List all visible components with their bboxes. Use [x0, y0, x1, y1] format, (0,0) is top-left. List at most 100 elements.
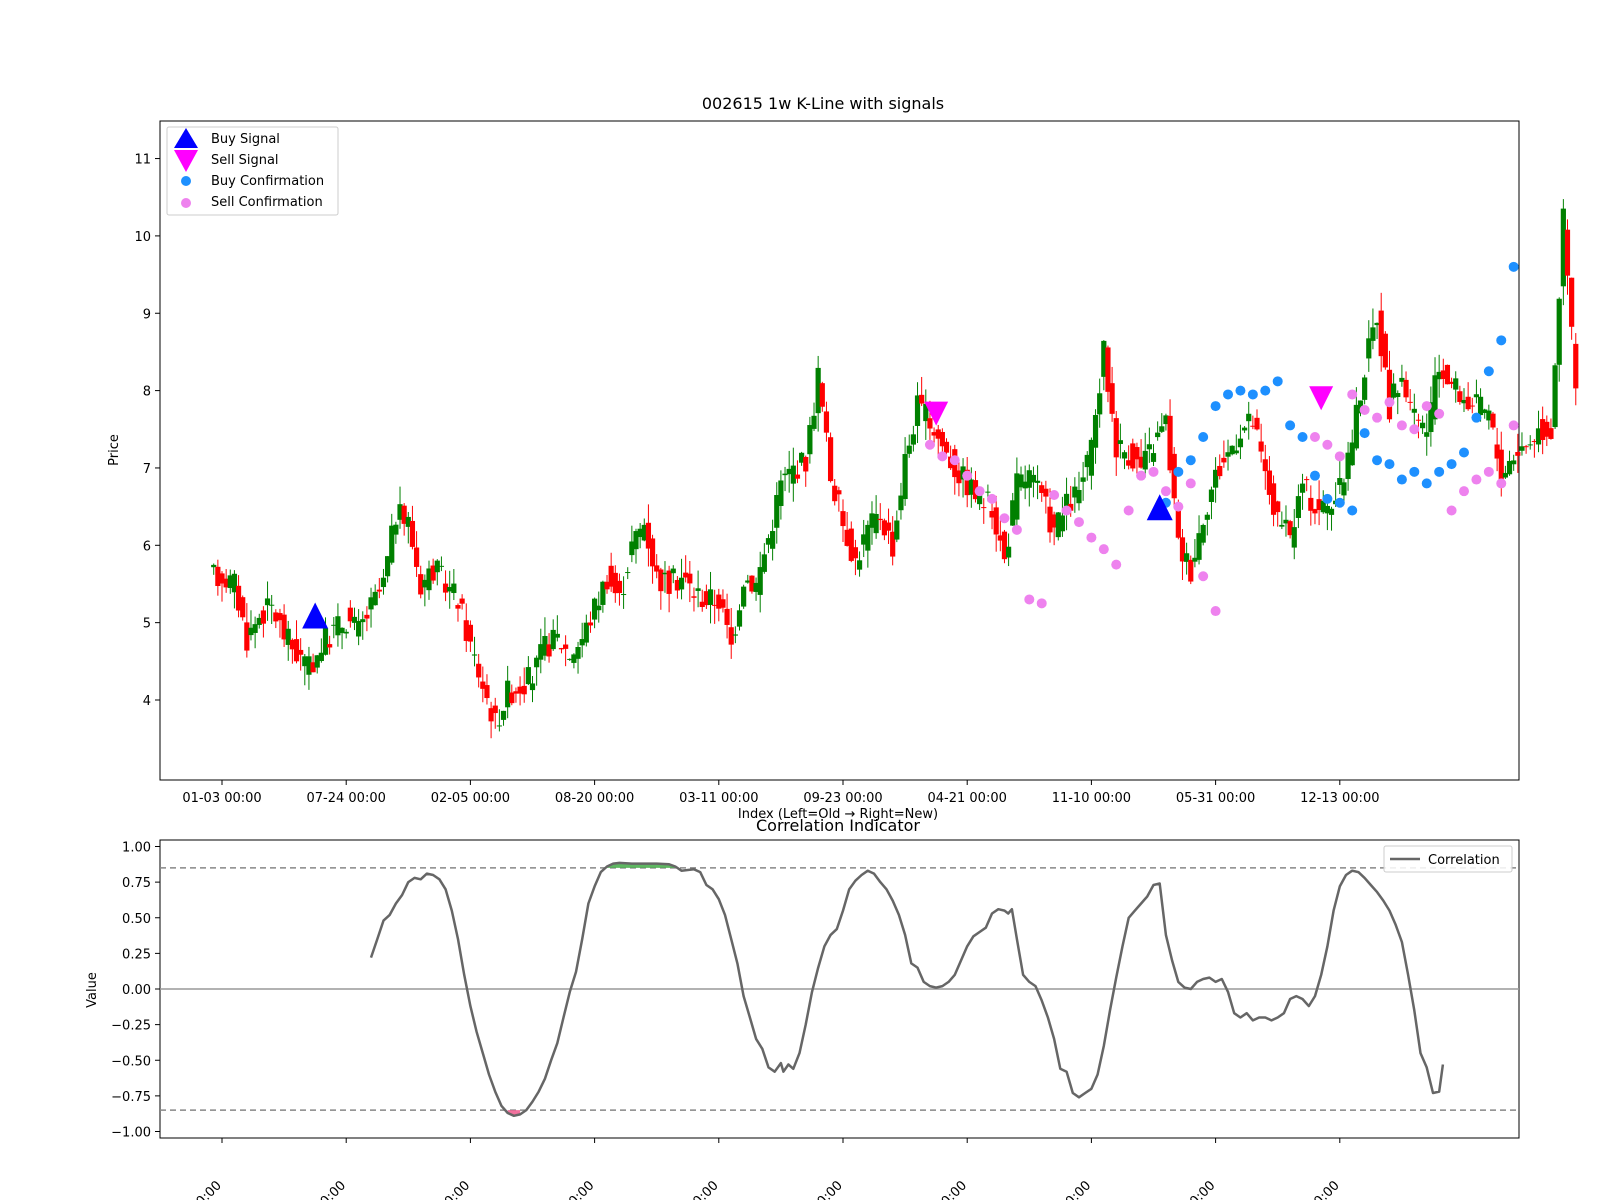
legend-buy-signal-label: Buy Signal: [211, 132, 280, 147]
candle-body: [496, 725, 502, 727]
candle-body: [1420, 422, 1426, 429]
sell-confirmation-point: [1024, 594, 1035, 605]
candle-body: [1444, 364, 1451, 385]
candles: [211, 199, 1579, 739]
candle-body: [244, 622, 250, 651]
candle-body: [327, 644, 333, 648]
candle-body: [616, 580, 623, 594]
correlation-x-tick-label: 11 00:00: [670, 1178, 722, 1200]
candle-body: [467, 624, 473, 642]
candle-body: [732, 634, 738, 636]
sell-confirmation-point: [1359, 404, 1370, 415]
kline-x-tick-label: 05-31 00:00: [1176, 791, 1255, 806]
candle-body: [1411, 408, 1417, 413]
buy-confirmation-point: [1496, 335, 1507, 346]
buy-confirmation-point: [1471, 412, 1482, 423]
kline-y-label: Price: [107, 434, 122, 466]
legend-buy-confirmation-marker: [181, 176, 191, 186]
candle-body: [985, 491, 991, 493]
candle-body: [761, 554, 767, 572]
candle-body: [451, 583, 457, 594]
candle-body: [1246, 413, 1252, 422]
buy-confirmation-point: [1309, 470, 1320, 481]
candle-body: [707, 589, 714, 605]
candle-body: [1155, 432, 1161, 438]
candle-body: [885, 522, 892, 531]
kline-y-tick-label: 5: [143, 617, 151, 632]
candle-body: [322, 628, 329, 655]
candle-body: [1382, 333, 1388, 368]
buy-confirmation-point: [1347, 505, 1358, 516]
correlation-y-tick-label: 1.00: [122, 841, 151, 856]
kline-y-tick-label: 6: [143, 539, 151, 554]
candle-body: [877, 518, 883, 521]
candle-body: [1403, 379, 1409, 398]
candle-body: [770, 531, 776, 549]
candle-body: [902, 454, 908, 500]
candle-body: [1117, 440, 1123, 444]
sell-confirmation-point: [1136, 470, 1147, 481]
correlation-y-tick-label: −0.75: [111, 1090, 151, 1105]
buy-confirmation-point: [1483, 366, 1494, 377]
candle-body: [625, 572, 631, 574]
buy-confirmation-point: [1198, 432, 1209, 443]
candle-body: [803, 456, 809, 472]
candle-body: [1304, 479, 1310, 481]
candle-body: [666, 570, 672, 594]
correlation-x-tick-label: 21 00:00: [918, 1178, 970, 1200]
legend-sell-confirmation-label: Sell Confirmation: [211, 195, 323, 210]
candle-body: [1490, 413, 1496, 428]
buy-confirmation-point: [1459, 447, 1469, 458]
sell-confirmation-point: [1347, 389, 1358, 400]
candle-body: [819, 383, 825, 407]
candle-body: [1573, 343, 1579, 389]
candle-body: [298, 649, 304, 655]
sell-confirmation-point: [937, 451, 948, 462]
sell-confirmation-point: [1471, 474, 1482, 485]
buy-confirmation-point: [1260, 385, 1271, 396]
candle-body: [1569, 277, 1575, 327]
buy-confirmation-point: [1272, 376, 1283, 387]
buy-signal-marker: [1146, 494, 1173, 521]
sell-confirmation-point: [1098, 544, 1109, 555]
kline-x-tick-label: 01-03 00:00: [182, 791, 261, 806]
sell-confirmation-point: [1210, 606, 1221, 617]
candle-body: [736, 610, 743, 627]
correlation-reference-lines: [160, 867, 1519, 1111]
candle-body: [1200, 524, 1206, 543]
buy-confirmation-point: [1334, 497, 1345, 508]
candle-body: [1262, 459, 1268, 472]
candle-body: [393, 524, 399, 535]
candle-body: [1341, 482, 1347, 496]
correlation-x-tick-label: 31 00:00: [1167, 1178, 1219, 1200]
candle-body: [811, 415, 817, 429]
candle-body: [1006, 546, 1012, 558]
sell-confirmation-point: [974, 486, 985, 497]
correlation-x-tick-label: 10 00:00: [1043, 1178, 1095, 1200]
candle-body: [1548, 428, 1554, 439]
sell-confirmation-point: [1185, 478, 1196, 489]
kline-x-tick-label: 09-23 00:00: [803, 791, 882, 806]
candle-body: [1299, 483, 1306, 493]
sell-confirmation-point: [1309, 432, 1320, 443]
candle-body: [583, 622, 589, 643]
sell-confirmation-point: [987, 493, 998, 504]
candle-body: [492, 705, 498, 714]
buy-confirmation-point: [1297, 432, 1308, 443]
candle-body: [1395, 393, 1401, 398]
buy-confirmation-point: [1396, 474, 1407, 485]
legend-correlation-label: Correlation: [1428, 853, 1500, 868]
candle-body: [509, 692, 515, 704]
buy-confirmation-point: [1384, 459, 1395, 470]
candle-body: [691, 596, 697, 598]
candle-body: [1092, 415, 1099, 448]
candle-body: [356, 620, 362, 637]
sell-confirmation-point: [1049, 490, 1060, 501]
candle-body: [906, 445, 912, 454]
candle-body: [1204, 514, 1210, 520]
correlation-y-tick-label: 0.50: [122, 912, 151, 927]
candle-body: [438, 565, 445, 567]
candle-body: [1424, 432, 1430, 437]
candle-body: [728, 627, 734, 645]
kline-panel: 002615 1w K-Line with signals 4 5 6 7 8 9 10 11…: [107, 94, 1579, 822]
